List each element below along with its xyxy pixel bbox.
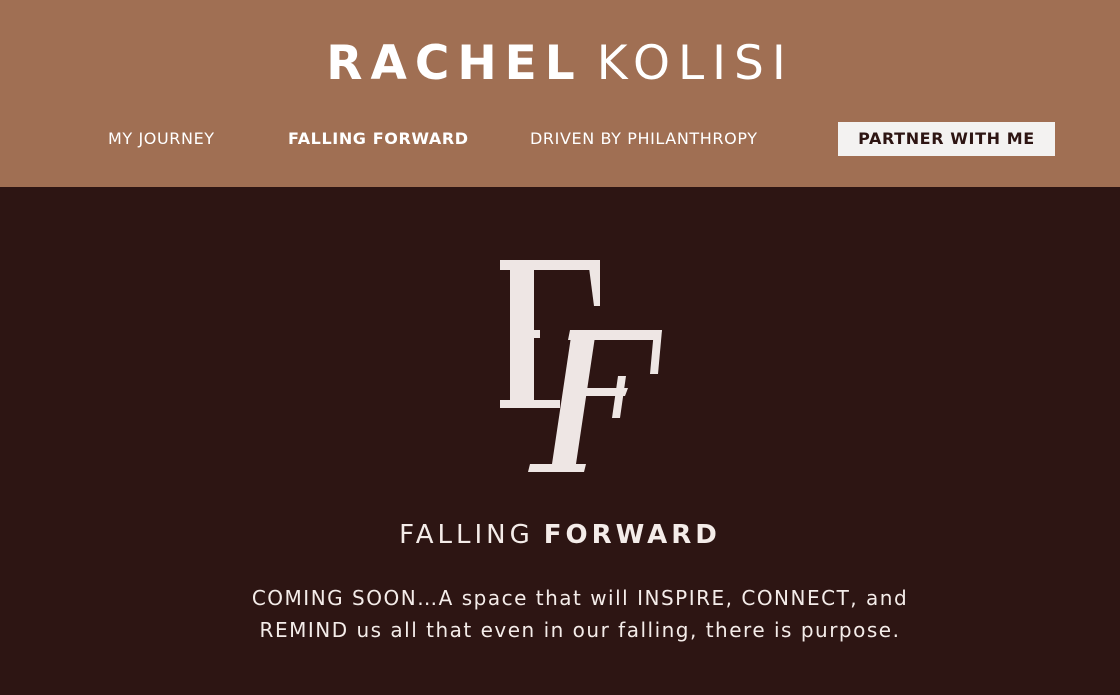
monogram-f1-mid	[534, 330, 540, 338]
nav-driven-by-philanthropy[interactable]: DRIVEN BY PHILANTHROPY	[530, 122, 758, 156]
site-logo-text[interactable]: RACHEL KOLISI	[0, 36, 1120, 92]
monogram-f2-foot	[528, 464, 586, 472]
monogram-f2-top-bar	[568, 330, 662, 340]
section-title-bold: FORWARD	[543, 520, 721, 550]
partner-with-me-button[interactable]: PARTNER WITH ME	[838, 122, 1055, 156]
section-title-light: FALLING	[399, 520, 534, 550]
monogram-letters: FF	[490, 250, 492, 251]
monogram-f1-serif	[588, 260, 600, 306]
coming-soon-description: COMING SOON…A space that will INSPIRE, C…	[251, 586, 909, 642]
section-title: FALLING FORWARD	[0, 515, 1120, 555]
monogram-f1-top-bar	[500, 260, 600, 270]
brand-first-name: RACHEL	[326, 36, 583, 91]
monogram-f2-mid-serif	[612, 376, 626, 418]
falling-forward-monogram-logo: FF	[490, 250, 662, 472]
monogram-f1-foot	[500, 400, 560, 408]
monogram-f2-stem	[552, 330, 596, 464]
monogram-f1-stem	[510, 262, 534, 402]
brand-last-name: KOLISI	[596, 36, 794, 91]
nav-falling-forward[interactable]: FALLING FORWARD	[288, 122, 469, 156]
site-header: RACHEL KOLISI MY JOURNEY FALLING FORWARD …	[0, 0, 1120, 187]
nav-my-journey[interactable]: MY JOURNEY	[108, 122, 215, 156]
